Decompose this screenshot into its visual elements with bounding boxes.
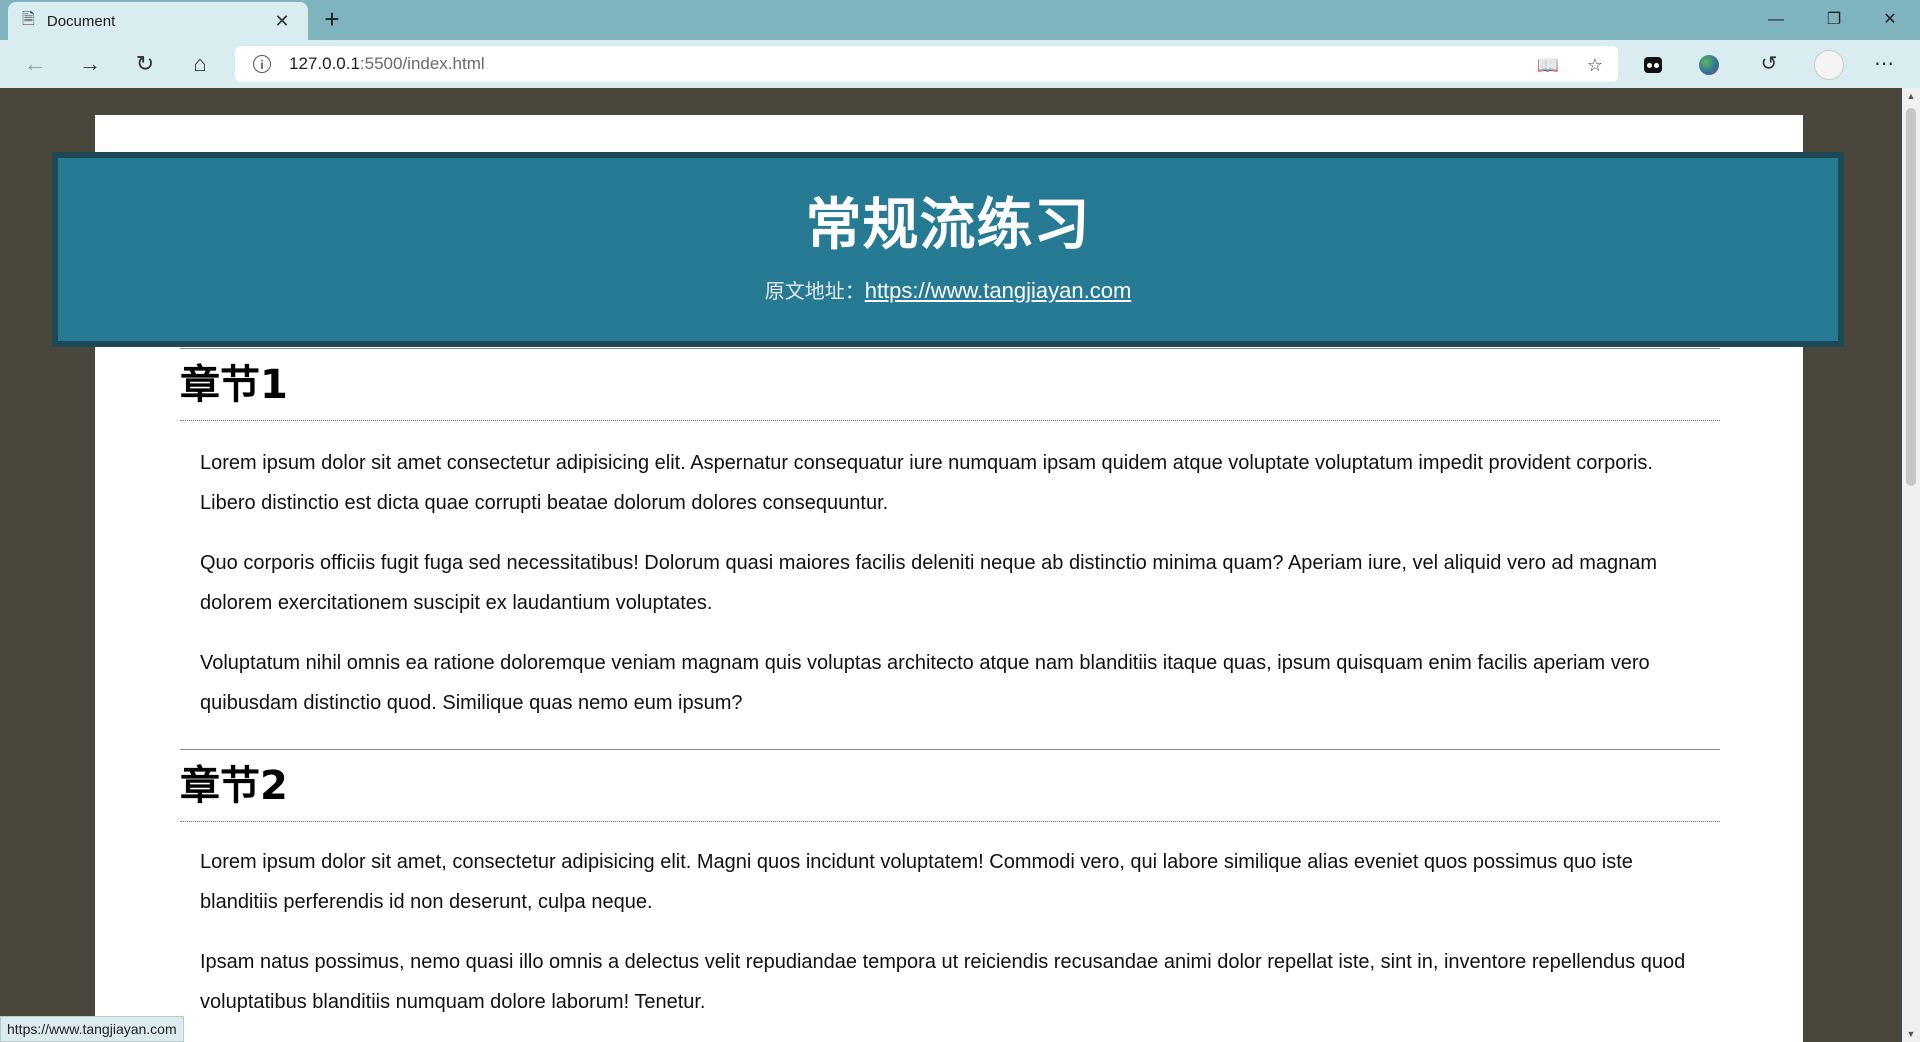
page-title: 常规流练习: [805, 193, 1091, 258]
url-host: 127.0.0.1: [289, 54, 360, 73]
page-icon: 🗎: [22, 10, 35, 28]
source-line: 原文地址：https://www.tangjiayan.com: [58, 275, 1838, 304]
section-title: 章节2: [180, 750, 1720, 822]
minimize-button[interactable]: —: [1746, 0, 1806, 40]
source-link[interactable]: https://www.tangjiayan.com: [865, 278, 1132, 303]
add-favorite-icon[interactable]: ☆: [1582, 52, 1608, 78]
paragraph: Lorem ipsum dolor sit amet consectetur a…: [200, 452, 1653, 514]
history-icon[interactable]: ↺: [1753, 48, 1785, 80]
source-label: 原文地址：: [764, 281, 865, 303]
paragraph: Voluptatum nihil omnis ea ratione dolore…: [200, 652, 1650, 714]
address-bar[interactable]: i 127.0.0.1:5500/index.html 📖 ☆: [235, 46, 1618, 82]
page-viewport: 常规流练习 原文地址：https://www.tangjiayan.com 章节…: [0, 88, 1902, 1042]
restore-button[interactable]: ❐: [1804, 0, 1864, 40]
new-tab-button[interactable]: +: [316, 4, 348, 36]
site-info-icon[interactable]: i: [253, 55, 271, 73]
browser-tab[interactable]: 🗎 Document ✕: [8, 2, 308, 40]
paragraph: Quo corporis officiis fugit fuga sed nec…: [200, 552, 1658, 614]
close-tab-icon[interactable]: ✕: [270, 11, 294, 32]
url-path: :5500/index.html: [359, 54, 485, 73]
home-button[interactable]: ⌂: [182, 46, 218, 82]
globe-extension-icon[interactable]: [1693, 48, 1725, 80]
tab-strip: 🗎 Document ✕ + — ❐ ✕: [0, 0, 1920, 40]
scroll-up-arrow-icon[interactable]: ▲: [1902, 88, 1920, 104]
profile-avatar[interactable]: [1813, 48, 1845, 80]
paragraph: Lorem ipsum dolor sit amet, consectetur …: [200, 851, 1633, 913]
more-menu-icon[interactable]: ⋯: [1868, 48, 1900, 80]
back-button[interactable]: ←: [17, 46, 53, 82]
extension-icon[interactable]: [1637, 48, 1669, 80]
vertical-scrollbar[interactable]: ▲ ▼: [1902, 88, 1920, 1042]
section-1: 章节1 Lorem ipsum dolor sit amet consectet…: [180, 348, 1720, 723]
immersive-reader-icon[interactable]: 📖: [1535, 52, 1561, 78]
page-banner: 常规流练习 原文地址：https://www.tangjiayan.com: [52, 152, 1844, 347]
scroll-down-arrow-icon[interactable]: ▼: [1902, 1026, 1920, 1042]
link-status-bubble: https://www.tangjiayan.com: [0, 1016, 184, 1042]
scroll-thumb[interactable]: [1906, 108, 1916, 486]
section-2: 章节2 Lorem ipsum dolor sit amet, consecte…: [180, 749, 1720, 1022]
tab-title: Document: [46, 12, 116, 30]
close-window-button[interactable]: ✕: [1860, 0, 1920, 40]
forward-button[interactable]: →: [72, 46, 108, 82]
section-title: 章节1: [180, 349, 1720, 421]
refresh-button[interactable]: ↻: [127, 46, 163, 82]
browser-toolbar: ← → ↻ ⌂ i 127.0.0.1:5500/index.html 📖 ☆ …: [0, 40, 1920, 88]
paragraph: Ipsam natus possimus, nemo quasi illo om…: [200, 951, 1686, 1013]
